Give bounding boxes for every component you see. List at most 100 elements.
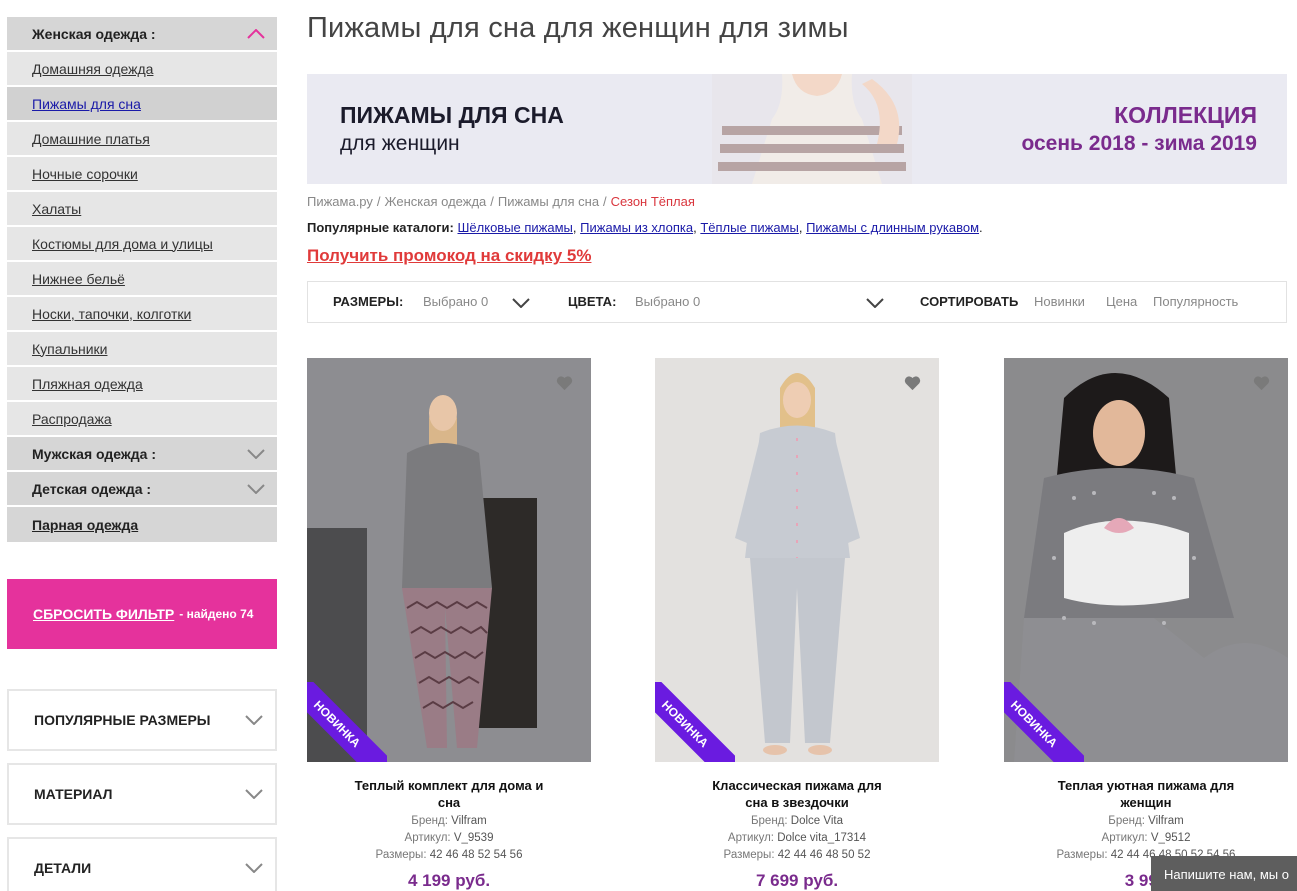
category-sidebar: Женская одежда : Домашняя одежда Пижамы … (7, 17, 277, 542)
chevron-down-icon[interactable] (512, 296, 530, 311)
product-image[interactable]: НОВИНКА (307, 358, 591, 762)
collection-banner[interactable]: ПИЖАМЫ ДЛЯ СНА для женщин КОЛЛЕКЦИЯ осен… (307, 74, 1287, 184)
sort-option-new[interactable]: Новинки (1034, 294, 1085, 309)
sku-label: Артикул: (1101, 832, 1148, 844)
sidebar-item-underwear[interactable]: Нижнее бельё (7, 262, 277, 297)
category-men[interactable]: Мужская одежда : (7, 437, 277, 472)
brand-value: Dolce Vita (790, 815, 844, 827)
chevron-down-icon[interactable] (247, 445, 265, 463)
new-badge: НОВИНКА (1004, 682, 1084, 762)
catalog-link-cotton[interactable]: Пижамы из хлопка (580, 220, 693, 235)
sort-option-popularity[interactable]: Популярность (1153, 294, 1238, 309)
banner-subtitle: для женщин (340, 132, 460, 155)
chevron-up-icon[interactable] (247, 25, 265, 43)
category-men-label: Мужская одежда : (32, 445, 157, 462)
sidebar-item-label: Домашняя одежда (32, 60, 154, 77)
product-name-line: Теплый комплект для дома и (354, 778, 544, 793)
chevron-down-icon[interactable] (245, 859, 263, 877)
chevron-down-icon[interactable] (245, 785, 263, 803)
product-name-line: Теплая уютная пижама для (1057, 778, 1235, 793)
promo-code-link[interactable]: Получить промокод на скидку 5% (307, 246, 591, 266)
product-image[interactable]: НОВИНКА (655, 358, 939, 762)
catalog-link-silk[interactable]: Шёлковые пижамы (458, 220, 573, 235)
filter-details-label: ДЕТАЛИ (34, 860, 92, 876)
product-name-line: сна в звездочки (745, 795, 849, 810)
brand-label: Бренд: (1108, 815, 1145, 827)
chat-widget-button[interactable]: Напишите нам, мы о (1151, 856, 1297, 891)
sidebar-item-suits[interactable]: Костюмы для дома и улицы (7, 227, 277, 262)
product-brand: Бренд: Vilfram (1004, 815, 1288, 827)
product-sku: Артикул: V_9539 (307, 832, 591, 844)
colors-filter-value[interactable]: Выбрано 0 (635, 294, 700, 309)
chevron-down-icon[interactable] (245, 711, 263, 729)
banner-collection-title: КОЛЛЕКЦИЯ (1114, 102, 1257, 128)
filter-details[interactable]: ДЕТАЛИ (7, 837, 277, 891)
category-women-label: Женская одежда : (32, 25, 156, 42)
sort-option-price[interactable]: Цена (1106, 294, 1137, 309)
new-badge: НОВИНКА (307, 682, 387, 762)
brand-label: Бренд: (750, 815, 788, 827)
new-badge-label: НОВИНКА (655, 682, 735, 762)
sidebar-item-socks[interactable]: Носки, тапочки, колготки (7, 297, 277, 332)
breadcrumb-pajamas[interactable]: Пижамы для сна (498, 194, 599, 209)
catalog-link-warm[interactable]: Тёплые пижамы (700, 220, 799, 235)
sizes-filter-value[interactable]: Выбрано 0 (423, 294, 488, 309)
new-badge-label: НОВИНКА (307, 682, 387, 762)
breadcrumb-separator: / (376, 194, 381, 209)
chevron-down-icon[interactable] (866, 296, 884, 311)
sidebar-item-label: Домашние платья (32, 130, 150, 147)
product-image[interactable]: НОВИНКА (1004, 358, 1288, 762)
category-pair-label: Парная одежда (32, 516, 139, 533)
chevron-down-icon[interactable] (247, 480, 265, 498)
heart-icon[interactable] (904, 375, 921, 391)
sidebar-item-label: Ночные сорочки (32, 165, 138, 182)
sidebar-item-label: Пляжная одежда (32, 375, 143, 392)
product-sku: Артикул: Dolce vita_17314 (655, 832, 939, 844)
sidebar-item-beachwear[interactable]: Пляжная одежда (7, 367, 277, 402)
sidebar-item-label: Носки, тапочки, колготки (32, 305, 192, 322)
sidebar-item-home-dresses[interactable]: Домашние платья (7, 122, 277, 157)
filter-popular-sizes[interactable]: ПОПУЛЯРНЫЕ РАЗМЕРЫ (7, 689, 277, 751)
sidebar-item-label: Костюмы для дома и улицы (32, 235, 213, 252)
product-name[interactable]: Теплый комплект для дома и сна (327, 777, 571, 811)
sidebar-item-label: Пижамы для сна (32, 95, 141, 112)
breadcrumb-current: Сезон Тёплая (610, 194, 695, 209)
page-title: Пижамы для сна для женщин для зимы (307, 12, 849, 44)
filter-material-label: МАТЕРИАЛ (34, 786, 113, 802)
heart-icon[interactable] (1253, 375, 1270, 391)
sizes-filter-label[interactable]: РАЗМЕРЫ: (333, 294, 403, 309)
product-sku: Артикул: V_9512 (1004, 832, 1288, 844)
product-name[interactable]: Классическая пижама для сна в звездочки (675, 777, 919, 811)
product-brand: Бренд: Vilfram (307, 815, 591, 827)
sidebar-item-home-wear[interactable]: Домашняя одежда (7, 52, 277, 87)
filter-popular-sizes-label: ПОПУЛЯРНЫЕ РАЗМЕРЫ (34, 712, 211, 728)
catalog-link-long-sleeve[interactable]: Пижамы с длинным рукавом (806, 220, 979, 235)
sku-value: V_9539 (453, 832, 494, 844)
sizes-label: Размеры: (723, 849, 775, 861)
sku-value: V_9512 (1150, 832, 1191, 844)
reset-filter-panel: СБРОСИТЬ ФИЛЬТР - найдено 74 (7, 579, 277, 649)
breadcrumb-separator: / (603, 194, 607, 209)
sidebar-item-swimsuits[interactable]: Купальники (7, 332, 277, 367)
sidebar-item-label: Купальники (32, 340, 108, 357)
sidebar-item-robes[interactable]: Халаты (7, 192, 277, 227)
category-women[interactable]: Женская одежда : (7, 17, 277, 52)
product-name-line: сна (437, 795, 461, 810)
sizes-value: 42 46 48 52 54 56 (429, 849, 523, 861)
heart-icon[interactable] (556, 375, 573, 391)
category-pair[interactable]: Парная одежда (7, 507, 277, 542)
sidebar-item-sale[interactable]: Распродажа (7, 402, 277, 437)
category-kids[interactable]: Детская одежда : (7, 472, 277, 507)
brand-value: Vilfram (451, 815, 487, 827)
breadcrumb-home[interactable]: Пижама.ру (307, 194, 373, 209)
sidebar-item-pajamas[interactable]: Пижамы для сна (7, 87, 277, 122)
product-price: 7 699 руб. (755, 871, 839, 890)
colors-filter-label[interactable]: ЦВЕТА: (568, 294, 616, 309)
filter-material[interactable]: МАТЕРИАЛ (7, 763, 277, 825)
reset-filter-button[interactable]: СБРОСИТЬ ФИЛЬТР (33, 606, 174, 622)
sidebar-item-nightgowns[interactable]: Ночные сорочки (7, 157, 277, 192)
product-price: 4 199 руб. (407, 871, 491, 890)
breadcrumb-women[interactable]: Женская одежда (385, 194, 487, 209)
sku-label: Артикул: (404, 832, 451, 844)
product-name[interactable]: Теплая уютная пижама для женщин (1024, 777, 1268, 811)
